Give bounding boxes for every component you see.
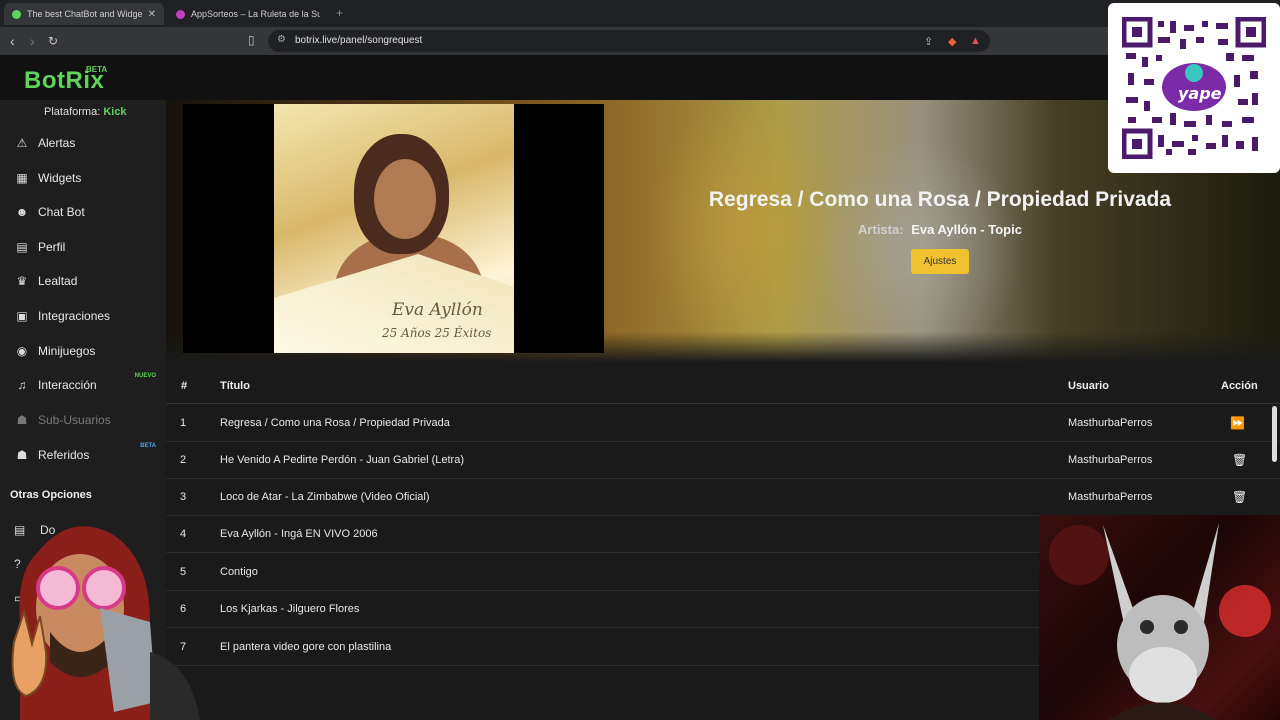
warning-icon: ⚠	[16, 136, 28, 150]
sidebar-item-label: Integraciones	[38, 309, 111, 323]
sidebar-item-interaccion[interactable]: ♫ Interacción NUEVO	[0, 370, 166, 400]
trophy-icon: ♛	[16, 274, 28, 288]
trash-icon[interactable]: 🗑	[1232, 453, 1247, 467]
site-info-icon[interactable]: ⚙	[277, 34, 286, 45]
close-tab-icon[interactable]: ✕	[148, 9, 156, 20]
browser-tab-botrix[interactable]: The best ChatBot and Widge ✕	[4, 3, 164, 25]
video-player[interactable]: Eva Ayllón 25 Años 25 Éxitos	[183, 104, 604, 353]
row-number: 2	[180, 454, 187, 466]
qr-code-icon: yape	[1122, 17, 1266, 159]
site-favicon-icon	[12, 9, 21, 19]
referrals-icon: ☗	[16, 448, 28, 462]
sidebar-item-label: Perfil	[38, 240, 66, 254]
col-title-header: Título	[220, 380, 250, 392]
sidebar-item-sub-usuarios[interactable]: ☗ Sub-Usuarios	[0, 405, 166, 435]
sidebar-item-label: Interacción	[38, 378, 97, 392]
row-title: Eva Ayllón - Ingá EN VIVO 2006	[220, 528, 378, 540]
sidebar-item-perfil[interactable]: ▤ Perfil	[0, 232, 166, 262]
new-badge: NUEVO	[134, 373, 156, 379]
platform-value: Kick	[103, 106, 127, 118]
row-title: Contigo	[220, 566, 258, 578]
row-title: He Venido A Pedirte Perdón - Juan Gabrie…	[220, 454, 464, 466]
new-tab-icon[interactable]: +	[336, 6, 343, 20]
browser-tab-appsorteos[interactable]: AppSorteos – La Ruleta de la Suerte	[168, 3, 328, 25]
site-favicon-icon	[176, 9, 185, 19]
bookmark-icon[interactable]: ▯	[248, 33, 255, 47]
sidebar-item-integraciones[interactable]: ▣ Integraciones	[0, 301, 166, 331]
album-cover: Eva Ayllón 25 Años 25 Éxitos	[274, 104, 514, 353]
yape-qr-overlay: yape	[1108, 3, 1280, 173]
col-action-header: Acción	[1221, 380, 1258, 392]
url-text: botrix.live/panel/songrequest	[295, 35, 423, 46]
app-header: BotRix BETA	[0, 55, 1280, 100]
sidebar-item-label: Lealtad	[38, 274, 78, 288]
col-user-header: Usuario	[1068, 380, 1109, 392]
other-options-heading: Otras Opciones	[10, 489, 92, 501]
artist-line: Artista: Eva Ayllón - Topic	[586, 222, 1280, 237]
beta-badge: BETA	[140, 443, 156, 449]
now-playing-title: Regresa / Como una Rosa / Propiedad Priv…	[708, 188, 1172, 211]
table-row: 2 He Venido A Pedirte Perdón - Juan Gabr…	[166, 442, 1280, 479]
col-number-header: #	[181, 380, 188, 392]
row-user: MasthurbaPerros	[1068, 491, 1153, 503]
trash-icon[interactable]: 🗑	[1232, 490, 1247, 504]
share-icon[interactable]: ⇪	[924, 35, 933, 48]
settings-button[interactable]: Ajustes	[911, 249, 969, 274]
reload-icon[interactable]: ↻	[48, 34, 58, 48]
browser-tab-bar: The best ChatBot and Widge ✕ AppSorteos …	[0, 0, 1280, 27]
artist-name: Eva Ayllón - Topic	[911, 222, 1022, 237]
row-title: Regresa / Como una Rosa / Propiedad Priv…	[220, 417, 450, 429]
grid-icon: ▦	[16, 171, 28, 185]
sidebar-item-referidos[interactable]: ☗ Referidos BETA	[0, 440, 166, 470]
tab-title: AppSorteos – La Ruleta de la Suerte	[191, 9, 320, 19]
sidebar-item-lealtad[interactable]: ♛ Lealtad	[0, 266, 166, 296]
row-number: 1	[180, 417, 187, 429]
platform-label: Plataforma:	[44, 106, 101, 118]
users-icon: ☗	[16, 413, 28, 427]
streamer-avatar-overlay	[11, 526, 200, 720]
webcam-overlay	[1039, 515, 1280, 720]
back-icon[interactable]: ‹	[10, 33, 15, 49]
svg-text:yape: yape	[1178, 84, 1222, 103]
table-row: 3 Loco de Atar - La Zimbabwe (Video Ofic…	[166, 479, 1280, 516]
integration-icon: ▣	[16, 309, 28, 323]
queue-scrollbar[interactable]	[1272, 406, 1277, 462]
address-bar[interactable]: ⚙ botrix.live/panel/songrequest ⇪ ◆ ▲	[268, 30, 990, 52]
sidebar-item-widgets[interactable]: ▦ Widgets	[0, 163, 166, 193]
sidebar-item-label: Alertas	[38, 136, 76, 150]
gamepad-icon: ◉	[16, 344, 28, 358]
table-header: # Título Usuario Acción	[166, 368, 1280, 404]
forward-icon[interactable]: ›	[30, 33, 35, 49]
sidebar-item-label: Sub-Usuarios	[38, 413, 111, 427]
tab-title: The best ChatBot and Widge	[27, 9, 143, 19]
robot-icon: ☻	[15, 205, 29, 219]
artist-label: Artista:	[858, 222, 904, 237]
sidebar-item-label: Minijuegos	[38, 344, 96, 358]
cover-subtitle-text: 25 Años 25 Éxitos	[382, 326, 492, 340]
rewards-icon[interactable]: ▲	[970, 35, 981, 47]
profile-card-icon: ▤	[16, 240, 28, 254]
sidebar-item-alertas[interactable]: ⚠ Alertas	[0, 128, 166, 158]
row-title: Loco de Atar - La Zimbabwe (Video Oficia…	[220, 491, 430, 503]
row-user: MasthurbaPerros	[1068, 417, 1153, 429]
row-title: El pantera video gore con plastilina	[220, 641, 392, 653]
sidebar-item-label: Chat Bot	[38, 205, 85, 219]
platform-indicator: Plataforma: Kick	[44, 106, 127, 118]
brave-shield-icon[interactable]: ◆	[948, 35, 956, 48]
browser-toolbar: ‹ › ↻ ▯ ⚙ botrix.live/panel/songrequest …	[0, 27, 1280, 55]
sidebar-item-minijuegos[interactable]: ◉ Minijuegos	[0, 336, 166, 366]
music-icon: ♫	[17, 378, 27, 392]
logo-beta-badge: BETA	[86, 65, 108, 74]
cover-artist-text: Eva Ayllón	[392, 300, 483, 320]
sidebar-item-label: Referidos	[38, 448, 90, 462]
sidebar-item-label: Widgets	[38, 171, 82, 185]
sidebar-item-chat-bot[interactable]: ☻ Chat Bot	[0, 197, 166, 227]
row-user: MasthurbaPerros	[1068, 454, 1153, 466]
row-number: 3	[180, 491, 187, 503]
row-title: Los Kjarkas - Jilguero Flores	[220, 603, 360, 615]
skip-icon[interactable]: ⏩	[1230, 416, 1245, 430]
table-row: 1 Regresa / Como una Rosa / Propiedad Pr…	[166, 405, 1280, 442]
